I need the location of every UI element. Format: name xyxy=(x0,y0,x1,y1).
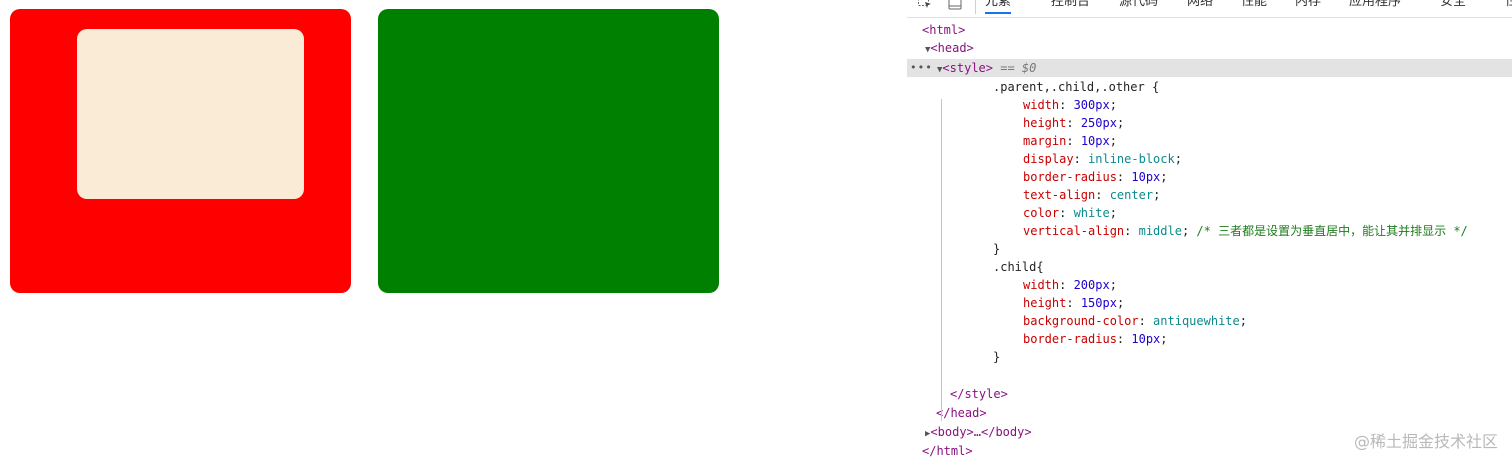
css-comment: /* 三者都是设置为垂直居中，能让其并排显示 */ xyxy=(1196,224,1468,238)
tab-application[interactable]: 应用程序 xyxy=(1349,0,1401,14)
tab-console[interactable]: 控制台 xyxy=(1051,0,1090,14)
css-decl: border-radius: 10px; xyxy=(1023,170,1168,184)
more-actions-icon[interactable]: ••• xyxy=(910,59,933,77)
device-toggle-icon[interactable] xyxy=(947,0,963,10)
css-decl: margin: 10px; xyxy=(1023,134,1117,148)
tab-sources[interactable]: 源代码 xyxy=(1119,0,1158,14)
toolbar-separator xyxy=(975,0,976,14)
tab-overflow[interactable]: 性 xyxy=(1505,0,1512,14)
other-box xyxy=(378,9,719,293)
css-decl: display: inline-block; xyxy=(1023,152,1182,166)
dom-line-style-close[interactable]: </style> xyxy=(907,385,1512,403)
dom-line-html[interactable]: <html> xyxy=(907,21,1512,39)
inspect-element-icon[interactable] xyxy=(917,0,933,10)
tab-memory[interactable]: 内存 xyxy=(1295,0,1321,14)
parent-box xyxy=(10,9,351,293)
devtools-panel: 元素 控制台 源代码 网络 性能 内存 应用程序 安全 性 <html> ▼<h… xyxy=(907,0,1512,464)
tab-network[interactable]: 网络 xyxy=(1187,0,1213,14)
css-decl: color: white; xyxy=(1023,206,1117,220)
css-decl: width: 200px; xyxy=(1023,278,1117,292)
css-decl: height: 150px; xyxy=(1023,296,1125,310)
child-box xyxy=(77,29,304,199)
css-decl: height: 250px; xyxy=(1023,116,1125,130)
tab-elements[interactable]: 元素 xyxy=(985,0,1012,14)
css-decl: text-align: center; xyxy=(1023,188,1161,202)
tree-guide-line xyxy=(941,99,942,421)
css-close-brace: } xyxy=(993,242,1001,256)
css-decl: background-color: antiquewhite; xyxy=(1023,314,1247,328)
css-rule2-selector: .child{ xyxy=(993,260,1044,274)
tab-security[interactable]: 安全 xyxy=(1440,0,1466,14)
css-decl: width: 300px; xyxy=(1023,98,1117,112)
dom-line-head[interactable]: ▼<head> xyxy=(907,39,1512,57)
css-decl: border-radius: 10px; xyxy=(1023,332,1168,346)
dom-line-head-close[interactable]: </head> xyxy=(907,404,1512,422)
tab-performance[interactable]: 性能 xyxy=(1241,0,1267,14)
css-rule1-selector: .parent,.child,.other { xyxy=(993,80,1160,94)
css-close-brace: } xyxy=(993,350,1001,364)
dom-line-style-selected[interactable]: ••• ▼<style> == $0 xyxy=(907,59,1512,77)
css-decl: vertical-align: middle; /* 三者都是设置为垂直居中，能… xyxy=(1023,224,1468,238)
watermark: @稀土掘金技术社区 xyxy=(1353,432,1498,451)
devtools-toolbar: 元素 控制台 源代码 网络 性能 内存 应用程序 安全 性 xyxy=(907,0,1512,18)
